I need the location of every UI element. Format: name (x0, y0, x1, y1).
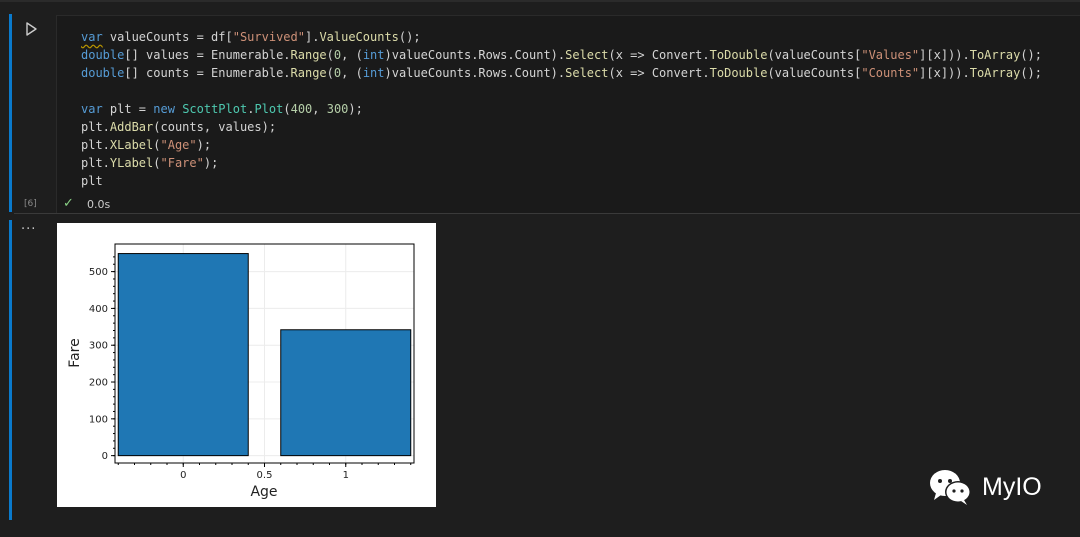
y-axis-label: Fare (67, 338, 83, 367)
bar (117, 253, 249, 457)
y-tick-label: 100 (89, 414, 108, 425)
cell-focus-indicator (9, 14, 12, 212)
code-line: plt.XLabel("Age"); (81, 138, 212, 152)
y-tick-label: 400 (89, 304, 108, 315)
code-block[interactable]: var valueCounts = df["Survived"].ValueCo… (81, 28, 1042, 190)
output-focus-indicator (9, 220, 12, 520)
code-line: plt (81, 174, 103, 188)
y-tick-label: 300 (89, 341, 108, 352)
y-tick-label: 500 (89, 267, 108, 278)
top-border (0, 0, 1080, 2)
code-line: var plt = new ScottPlot.Plot(400, 300); (81, 102, 363, 116)
code-line: var valueCounts = df["Survived"].ValueCo… (81, 30, 421, 44)
wechat-icon (930, 470, 971, 505)
code-line: double[] counts = Enumerable.Range(0, (i… (81, 66, 1042, 80)
watermark-text: MyIO (982, 472, 1042, 501)
execution-time: 0.0s (87, 198, 111, 211)
run-cell-button[interactable] (22, 20, 40, 38)
success-check-icon: ✓ (63, 196, 74, 211)
x-tick-label: 1 (343, 470, 349, 481)
plot-output: 0 100 200 300 400 500 0 0.5 1 Age Fare (57, 223, 436, 507)
cell-divider (14, 213, 1080, 214)
x-tick-label: 0.5 (257, 470, 273, 481)
code-line: plt.AddBar(counts, values); (81, 120, 277, 134)
y-tick-label: 0 (102, 451, 108, 462)
code-line: plt.YLabel("Fare"); (81, 156, 219, 170)
play-icon (26, 22, 37, 36)
x-tick-label: 0 (180, 470, 186, 481)
code-line: double[] values = Enumerable.Range(0, (i… (81, 48, 1042, 62)
bar (280, 329, 412, 457)
bar-chart: 0 100 200 300 400 500 0 0.5 1 Age Fare (67, 243, 415, 500)
y-tick-label: 200 (89, 378, 108, 389)
watermark: MyIO (928, 467, 1042, 507)
x-axis-label: Age (250, 484, 277, 500)
output-more-actions-button[interactable]: ··· (21, 222, 36, 237)
execution-count: [6] (24, 199, 37, 209)
